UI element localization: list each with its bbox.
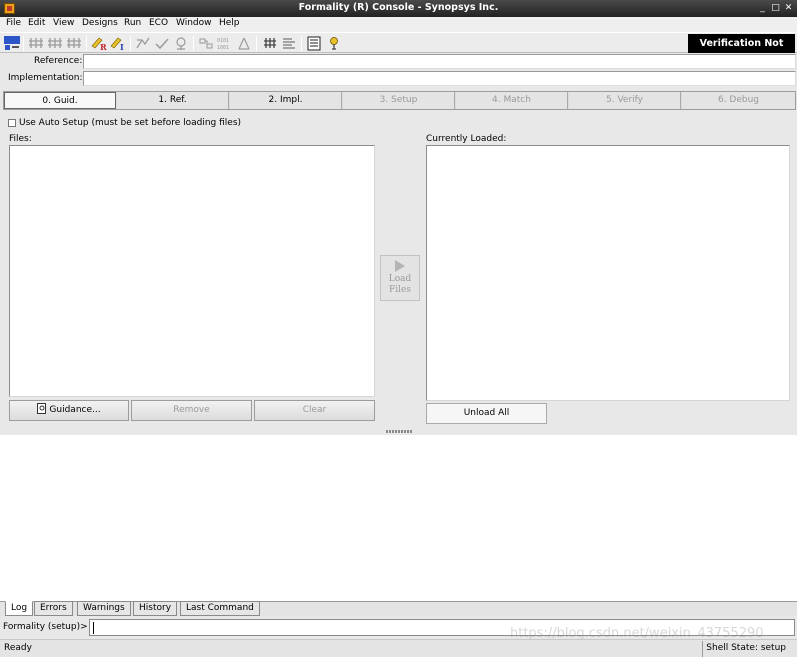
log-output[interactable] — [0, 435, 797, 601]
auto-setup-label: Use Auto Setup (must be set before loadi… — [19, 118, 242, 128]
status-bar: Ready Shell State: setup — [0, 639, 797, 657]
play-icon — [395, 260, 405, 272]
load-files-button[interactable]: Load Files — [380, 255, 420, 301]
tab-reference[interactable]: 1. Ref. — [117, 92, 229, 109]
tab-log[interactable]: Log — [5, 601, 34, 616]
binary-pattern-icon[interactable]: 01011001 — [217, 36, 233, 51]
files-list[interactable] — [9, 145, 375, 397]
hierarchy-browser-icon[interactable] — [262, 36, 278, 51]
match-icon[interactable] — [135, 36, 151, 51]
console-tabs: Log Errors Warnings History Last Command — [0, 601, 797, 616]
menu-edit[interactable]: Edit — [28, 18, 45, 28]
currently-loaded-label: Currently Loaded: — [426, 134, 507, 144]
implementation-label: Implementation: — [8, 73, 83, 83]
reference-field[interactable] — [83, 54, 796, 69]
hierarchy-ref-icon[interactable] — [28, 36, 44, 51]
tab-history[interactable]: History — [133, 601, 178, 616]
maximize-icon[interactable]: □ — [769, 2, 782, 15]
pane-splitter-handle[interactable] — [386, 430, 412, 433]
status-text: Ready — [4, 643, 32, 653]
implementation-pencil-icon[interactable]: I — [110, 36, 126, 51]
hierarchy-compare-icon[interactable] — [66, 36, 82, 51]
minimize-icon[interactable]: _ — [756, 2, 769, 15]
tab-guidance[interactable]: 0. Guid. — [4, 92, 116, 109]
tab-setup[interactable]: 3. Setup — [343, 92, 455, 109]
remove-button[interactable]: Remove — [131, 400, 252, 421]
tab-last-command[interactable]: Last Command — [180, 601, 260, 616]
verify-icon[interactable] — [154, 36, 170, 51]
reference-label: Reference: — [34, 56, 83, 66]
svg-text:0101: 0101 — [217, 38, 229, 44]
window-title: Formality (R) Console - Synopsys Inc. — [298, 2, 499, 13]
load-files-label-line1: Load — [388, 274, 412, 284]
tab-errors[interactable]: Errors — [34, 601, 73, 616]
reference-pencil-icon[interactable]: R — [91, 36, 107, 51]
report-icon[interactable] — [281, 36, 297, 51]
menu-window[interactable]: Window — [176, 18, 212, 28]
title-bar: Formality (R) Console - Synopsys Inc. _ … — [0, 0, 797, 17]
guidance-icon — [37, 403, 47, 414]
tab-implementation[interactable]: 2. Impl. — [230, 92, 342, 109]
menu-designs[interactable]: Designs — [82, 18, 118, 28]
list-icon[interactable] — [306, 36, 322, 51]
implementation-field[interactable] — [83, 71, 796, 86]
svg-text:I: I — [120, 42, 124, 51]
command-prompt: Formality (setup)> — [3, 622, 88, 632]
tab-match[interactable]: 4. Match — [456, 92, 568, 109]
verification-status-badge: Verification Not Run — [688, 34, 795, 68]
menu-eco[interactable]: ECO — [149, 18, 168, 28]
menu-view[interactable]: View — [53, 18, 74, 28]
close-icon[interactable]: ✕ — [782, 2, 795, 15]
clear-button[interactable]: Clear — [254, 400, 375, 421]
tab-debug[interactable]: 6. Debug — [682, 92, 795, 109]
toolbar: R I 01011001 Verification Not Run — [0, 32, 797, 68]
guidance-button-label: Guidance... — [49, 405, 101, 415]
guidance-button[interactable]: Guidance... — [9, 400, 129, 421]
hierarchy-impl-icon[interactable] — [47, 36, 63, 51]
flow-tabs: 0. Guid. 1. Ref. 2. Impl. 3. Setup 4. Ma… — [3, 91, 796, 110]
files-label: Files: — [9, 134, 32, 144]
cone-icon[interactable] — [236, 36, 252, 51]
auto-setup-checkbox[interactable] — [8, 119, 16, 127]
menu-help[interactable]: Help — [219, 18, 240, 28]
tab-warnings[interactable]: Warnings — [77, 601, 131, 616]
debug-icon[interactable] — [173, 36, 189, 51]
menu-run[interactable]: Run — [124, 18, 141, 28]
schematic-icon[interactable] — [198, 36, 214, 51]
menu-bar: File Edit View Designs Run ECO Window He… — [0, 17, 797, 32]
menu-file[interactable]: File — [6, 18, 21, 28]
help-bulb-icon[interactable] — [326, 36, 342, 51]
currently-loaded-list[interactable] — [426, 145, 790, 401]
svg-text:R: R — [100, 42, 107, 51]
unload-all-button[interactable]: Unload All — [426, 403, 547, 424]
verification-flow-icon[interactable] — [4, 36, 20, 51]
svg-text:1001: 1001 — [217, 45, 229, 51]
text-caret — [93, 622, 94, 634]
load-files-label-line2: Files — [389, 285, 411, 295]
shell-state: Shell State: setup — [702, 641, 789, 657]
tab-verify[interactable]: 5. Verify — [569, 92, 681, 109]
